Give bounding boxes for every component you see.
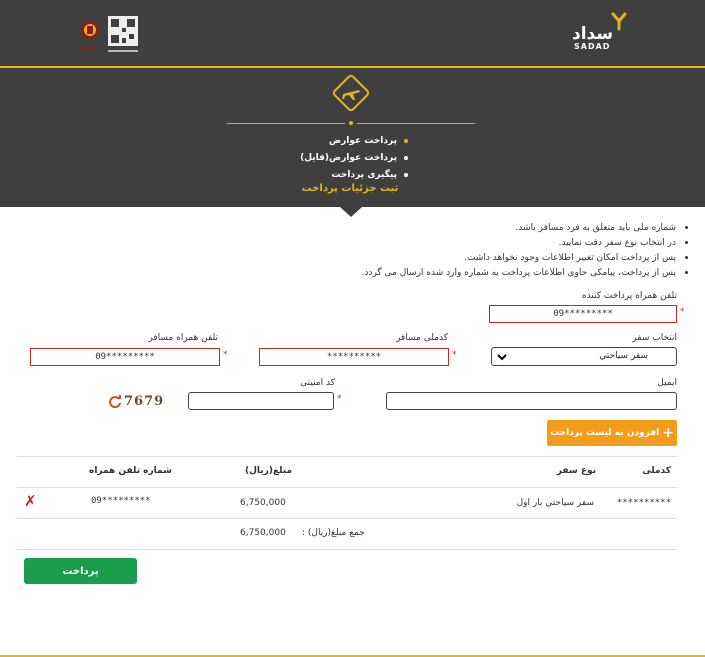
header-amount: مبلغ(ریال) [245, 466, 293, 476]
trip-select-label: انتخاب سفر [632, 333, 677, 343]
payment-menu: پرداخت عوارض پرداخت عوارض(فایل) پیگیری پ… [290, 132, 408, 183]
table-divider [17, 549, 677, 550]
sadad-name-en: SADAD [574, 42, 611, 51]
captcha-image: 7679 [106, 392, 180, 412]
sadad-name-fa: سداد [572, 24, 614, 44]
note-item: پس از پرداخت، پیامکی حاوی اطلاعات پرداخت… [320, 265, 688, 280]
airplane-icon [332, 74, 370, 112]
header-trip-type: نوع سفر [556, 466, 596, 476]
chevron-down-icon [497, 354, 507, 361]
top-bar: سداد SADAD [0, 0, 705, 66]
decor-dot [349, 121, 353, 125]
captcha-label: کد امنیتی [300, 378, 335, 388]
menu-bullet [404, 172, 408, 177]
payment-table: کدملی نوع سفر مبلغ(ریال) شماره تلفن همرا… [17, 456, 677, 550]
table-divider [17, 456, 677, 457]
section-title: ثبت جزئیات پرداخت [301, 183, 399, 194]
passenger-phone-input[interactable]: 09********* [30, 348, 220, 366]
total-label: جمع مبلغ(ریال) : [302, 528, 365, 538]
bank-emblem-icon [81, 16, 138, 52]
note-item: شماره ملی باید متعلق به فرد مسافر باشد. [320, 220, 688, 235]
plus-icon: + [662, 425, 674, 441]
menu-bullet [404, 138, 408, 143]
note-item: پس از پرداخت امکان تغییر اطلاعات وجود نخ… [320, 250, 688, 265]
required-star: * [337, 394, 342, 404]
trip-select-value: سفر سیاحتي [599, 351, 648, 361]
required-star: * [223, 350, 228, 360]
add-to-list-button[interactable]: + افزودن به لیست پرداخت [547, 420, 677, 446]
captcha-input[interactable] [188, 392, 334, 410]
passenger-phone-label: تلفن همراه مسافر [148, 333, 218, 343]
email-label: ایمیل [657, 378, 677, 388]
row-phone: 09********* [91, 496, 151, 506]
required-star: * [452, 350, 457, 360]
notes-list: شماره ملی باید متعلق به فرد مسافر باشد. … [320, 220, 688, 280]
note-bullet [685, 241, 688, 244]
note-text: پس از پرداخت، پیامکی حاوی اطلاعات پرداخت… [361, 267, 676, 278]
captcha-text: 7679 [124, 394, 165, 409]
note-text: در انتخاب نوع سفر دقت نمایید. [558, 237, 676, 248]
note-text: شماره ملی باید متعلق به فرد مسافر باشد. [515, 222, 676, 233]
trip-select[interactable]: سفر سیاحتي [491, 347, 677, 366]
national-code-label: کدملی مسافر [395, 333, 448, 343]
header-national-code: کدملی [642, 466, 671, 476]
row-trip-type: سفر سیاحتي بار اول [516, 498, 594, 508]
note-bullet [685, 271, 688, 274]
menu-item-label: پیگیری پرداخت [331, 169, 397, 180]
pay-button[interactable]: پرداخت [24, 558, 137, 584]
menu-item-pay-tolls[interactable]: پرداخت عوارض [290, 132, 408, 149]
note-text: پس از پرداخت امکان تغییر اطلاعات وجود نخ… [464, 252, 676, 263]
row-national-code: ********** [616, 498, 671, 508]
required-star: * [680, 307, 685, 317]
menu-item-label: پرداخت عوارض [329, 135, 397, 146]
refresh-icon[interactable] [108, 395, 122, 409]
email-input[interactable] [386, 392, 677, 410]
table-divider [17, 487, 677, 488]
header-divider [0, 66, 705, 68]
payer-phone-input[interactable]: 09********* [489, 305, 677, 323]
note-bullet [685, 256, 688, 259]
add-to-list-label: افزودن به لیست پرداخت [550, 428, 660, 438]
row-amount: 6,750,000 [240, 498, 286, 508]
menu-item-label: پرداخت عوارض(فایل) [300, 152, 397, 163]
national-code-input[interactable]: ********** [259, 348, 449, 366]
decor-line-left [227, 123, 345, 124]
header-pointer [340, 207, 362, 217]
table-divider [17, 518, 677, 519]
menu-item-track-payment[interactable]: پیگیری پرداخت [290, 166, 408, 183]
menu-item-pay-tolls-file[interactable]: پرداخت عوارض(فایل) [290, 149, 408, 166]
payer-phone-label: تلفن همراه پرداخت کننده [581, 291, 677, 301]
bank-melli-logo [80, 14, 140, 56]
total-value: 6,750,000 [240, 528, 286, 538]
note-item: در انتخاب نوع سفر دقت نمایید. [320, 235, 688, 250]
header-phone: شماره تلفن همراه [89, 466, 172, 476]
header: سداد SADAD پرداخت عوارض پرداخت عوارض(فای… [0, 0, 705, 207]
menu-bullet [404, 155, 408, 160]
airplane-badge [331, 73, 371, 117]
note-bullet [685, 226, 688, 229]
sadad-logo[interactable]: سداد SADAD [572, 12, 632, 52]
delete-row-icon[interactable]: ✗ [24, 492, 37, 510]
decor-line-right [357, 123, 475, 124]
